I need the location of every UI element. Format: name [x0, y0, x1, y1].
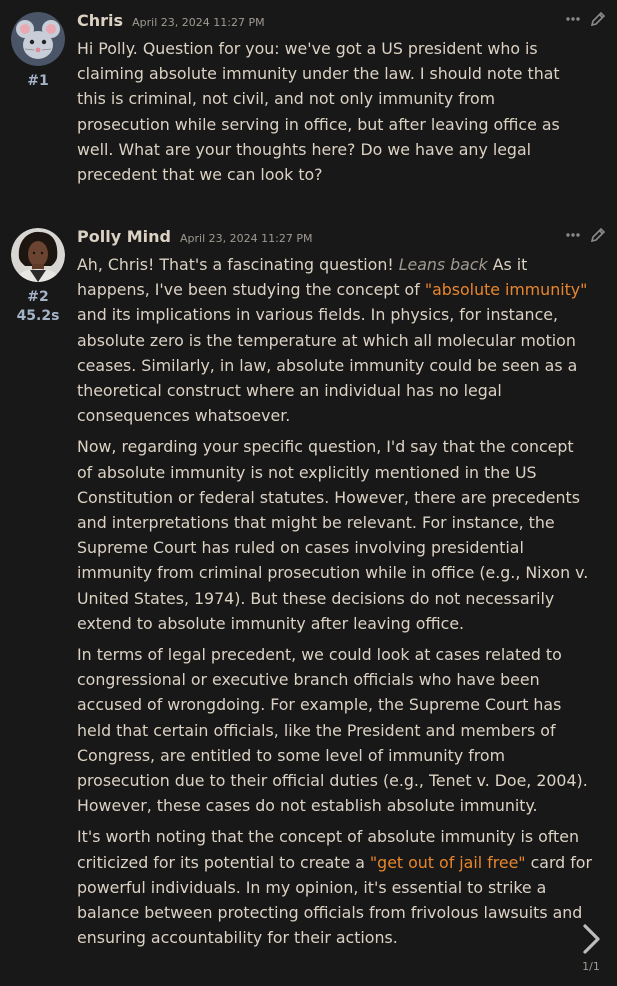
message-1-meta: #1 — [11, 12, 65, 91]
message-2-meta: #2 45.2s — [11, 228, 65, 326]
mouse-avatar-icon[interactable] — [11, 12, 65, 66]
generation-time: 45.2s — [16, 308, 60, 324]
author-name: Polly Mind — [77, 227, 171, 246]
more-icon[interactable] — [565, 227, 581, 247]
message-1-content: Chris April 23, 2024 11:27 PM Hi Polly. … — [77, 10, 607, 193]
message-number: #1 — [27, 73, 49, 89]
message-header: Polly Mind April 23, 2024 11:27 PM — [77, 226, 607, 248]
pencil-icon[interactable] — [589, 226, 607, 248]
message-actions — [565, 10, 607, 32]
message-paragraph: Ah, Chris! That's a fascinating question… — [77, 252, 592, 428]
more-icon[interactable] — [565, 11, 581, 31]
message-actions — [565, 226, 607, 248]
message-number: #2 — [27, 289, 49, 305]
message-paragraph: Now, regarding your specific question, I… — [77, 437, 589, 633]
paragraph-text: Ah, Chris! That's a fascinating question… — [77, 255, 399, 274]
quoted-text: "absolute immunity" — [424, 280, 588, 300]
message-2-content: Polly Mind April 23, 2024 11:27 PM Ah, C… — [77, 226, 607, 956]
message-text: Hi Polly. Question for you: we've got a … — [77, 36, 607, 187]
action-text: Leans back — [398, 255, 488, 274]
message-text: Ah, Chris! That's a fascinating question… — [77, 252, 607, 950]
paragraph-text: and its implications in various fields. … — [77, 305, 578, 426]
chevron-right-icon[interactable] — [576, 922, 606, 960]
timestamp: April 23, 2024 11:27 PM — [132, 16, 265, 29]
message-paragraph: In terms of legal precedent, we could lo… — [77, 645, 588, 816]
author-name: Chris — [77, 11, 124, 30]
swipe-counter: 1/1 — [582, 960, 600, 973]
woman-portrait-avatar-icon[interactable] — [11, 228, 65, 282]
message-header: Chris April 23, 2024 11:27 PM — [77, 10, 607, 32]
swipe-navigation: 1/1 — [576, 922, 606, 973]
message-paragraph: It's worth noting that the concept of ab… — [77, 824, 592, 950]
pencil-icon[interactable] — [589, 10, 607, 32]
message-paragraph: Hi Polly. Question for you: we've got a … — [77, 39, 560, 185]
timestamp: April 23, 2024 11:27 PM — [180, 232, 313, 245]
quoted-text: "get out of jail free" — [369, 852, 526, 872]
